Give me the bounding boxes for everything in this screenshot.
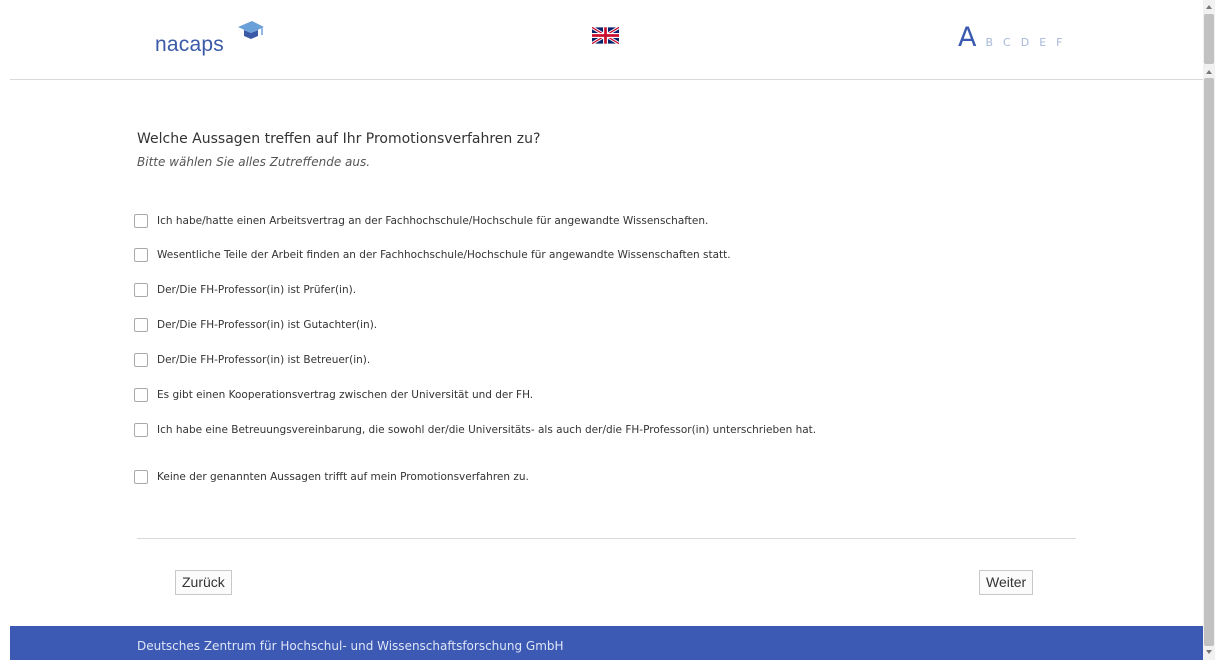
checkbox[interactable] (134, 318, 148, 332)
page-indicator-d: D (1020, 36, 1030, 49)
question-hint: Bitte wählen Sie alles Zutreffende aus. (137, 155, 371, 169)
option-label: Keine der genannten Aussagen trifft auf … (157, 471, 529, 483)
inner-scroll-up-arrow-icon[interactable] (1206, 70, 1212, 74)
page-indicator-b: B (985, 36, 994, 49)
scrollbar[interactable] (1203, 0, 1215, 660)
nacaps-logo: nacaps (155, 21, 264, 56)
checkbox[interactable] (134, 423, 148, 437)
page-indicator-c: C (1003, 36, 1011, 49)
option-label: Ich habe/hatte einen Arbeitsvertrag an d… (157, 215, 709, 227)
option-wesentliche-teile[interactable]: Wesentliche Teile der Arbeit finden an d… (134, 248, 731, 262)
inner-scrollbar-thumb[interactable] (1204, 78, 1214, 646)
option-betreuer[interactable]: Der/Die FH-Professor(in) ist Betreuer(in… (134, 353, 370, 367)
option-arbeitsvertrag[interactable]: Ich habe/hatte einen Arbeitsvertrag an d… (134, 214, 708, 228)
scroll-down-arrow-icon[interactable] (1206, 650, 1212, 654)
page-indicator: A B C D E F (958, 22, 1072, 53)
option-label: Der/Die FH-Professor(in) ist Betreuer(in… (157, 354, 371, 366)
checkbox[interactable] (134, 248, 148, 262)
divider (137, 538, 1076, 539)
checkbox[interactable] (134, 470, 148, 484)
option-label: Es gibt einen Kooperationsvertrag zwisch… (157, 389, 534, 401)
logo-text: nacaps (155, 33, 224, 56)
option-keine[interactable]: Keine der genannten Aussagen trifft auf … (134, 470, 529, 484)
checkbox[interactable] (134, 214, 148, 228)
next-button[interactable]: Weiter (979, 570, 1034, 595)
scrollbar-thumb[interactable] (1204, 14, 1214, 64)
checkbox[interactable] (134, 388, 148, 402)
survey-page: nacaps A B C D E F Welche Aussagen treff… (0, 0, 1203, 660)
option-gutachter[interactable]: Der/Die FH-Professor(in) ist Gutachter(i… (134, 318, 377, 332)
footer: Deutsches Zentrum für Hochschul- und Wis… (10, 626, 1203, 660)
option-pruefer[interactable]: Der/Die FH-Professor(in) ist Prüfer(in). (134, 283, 356, 297)
checkbox[interactable] (134, 283, 148, 297)
option-betreuungsvereinbarung[interactable]: Ich habe eine Betreuungsvereinbarung, di… (134, 423, 816, 437)
option-kooperationsvertrag[interactable]: Es gibt einen Kooperationsvertrag zwisch… (134, 388, 533, 402)
question-title: Welche Aussagen treffen auf Ihr Promotio… (137, 131, 541, 147)
footer-text: Deutsches Zentrum für Hochschul- und Wis… (137, 639, 564, 653)
graduation-cap-icon (238, 21, 264, 39)
scroll-up-arrow-icon[interactable] (1203, 0, 1215, 14)
header: nacaps A B C D E F (10, 0, 1203, 80)
uk-flag-icon[interactable] (592, 27, 619, 44)
option-label: Der/Die FH-Professor(in) ist Prüfer(in). (157, 284, 357, 296)
option-label: Ich habe eine Betreuungsvereinbarung, di… (157, 424, 817, 436)
page-indicator-current: A (958, 22, 977, 53)
page-indicator-f: F (1056, 36, 1063, 49)
checkbox[interactable] (134, 353, 148, 367)
page-indicator-e: E (1039, 36, 1047, 49)
option-label: Der/Die FH-Professor(in) ist Gutachter(i… (157, 319, 378, 331)
option-label: Wesentliche Teile der Arbeit finden an d… (157, 249, 731, 261)
back-button[interactable]: Zurück (175, 570, 232, 595)
